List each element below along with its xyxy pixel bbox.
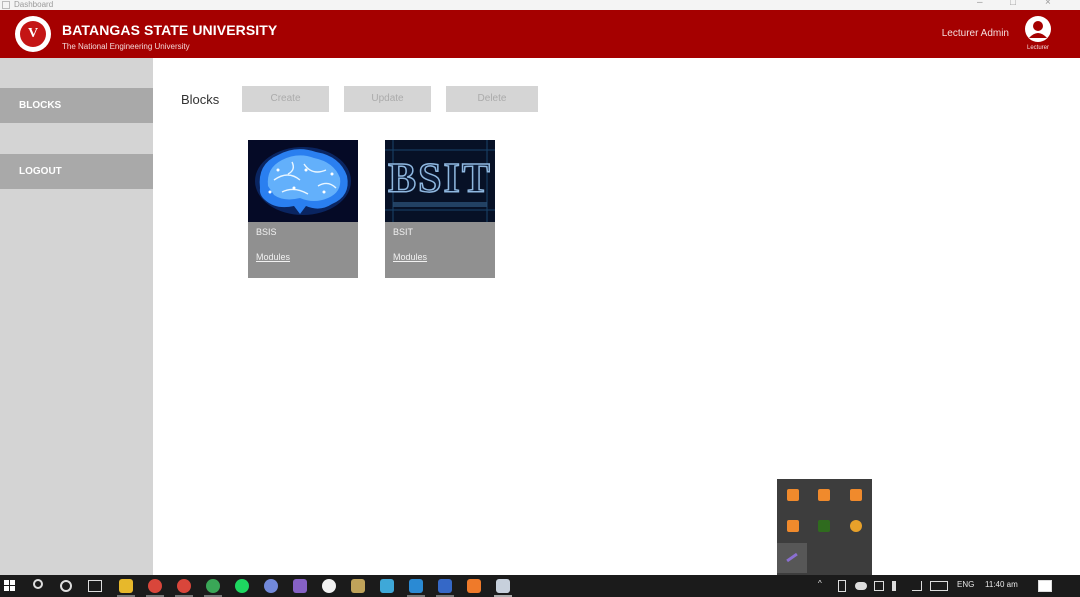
chrome-icon[interactable]: [148, 579, 162, 593]
tray-overflow-popup: [777, 479, 872, 575]
language-indicator[interactable]: ENG: [957, 580, 974, 589]
modules-link[interactable]: Modules: [256, 252, 290, 262]
pen-icon: [786, 552, 798, 563]
chrome-icon[interactable]: [177, 579, 191, 593]
spotify-icon[interactable]: [235, 579, 249, 593]
task-view-icon[interactable]: [88, 580, 102, 592]
block-card-bsit[interactable]: BSIT BSIT Modules: [385, 140, 495, 278]
search-icon[interactable]: [33, 579, 43, 589]
wifi-icon[interactable]: [912, 581, 922, 591]
keyboard-icon[interactable]: [930, 581, 948, 591]
minimize-icon[interactable]: –: [977, 0, 983, 8]
bsit-text-image: BSIT: [385, 140, 495, 222]
word-icon[interactable]: [438, 579, 452, 593]
app-header: V BATANGAS STATE UNIVERSITY The National…: [0, 10, 1080, 58]
create-button[interactable]: Create: [242, 86, 329, 112]
brain-circuit-image: [248, 140, 358, 222]
window-app-icon: [2, 1, 10, 9]
block-name: BSIT: [393, 227, 414, 237]
university-tagline: The National Engineering University: [62, 42, 190, 51]
cloud-icon[interactable]: [855, 582, 867, 590]
dashboard-app-icon[interactable]: [496, 579, 510, 593]
avatar-label: Lecturer: [1026, 45, 1049, 51]
window-titlebar: Dashboard – □ ×: [0, 0, 1080, 10]
orange-app-icon[interactable]: [787, 520, 799, 532]
block-card-bsis[interactable]: BSIS Modules: [248, 140, 358, 278]
pen-tray-slot[interactable]: [777, 543, 807, 573]
sidebar-item-blocks[interactable]: BLOCKS: [0, 88, 153, 123]
university-name: BATANGAS STATE UNIVERSITY: [62, 22, 278, 38]
orange-app-icon[interactable]: [850, 489, 862, 501]
cortana-icon[interactable]: [60, 580, 72, 592]
university-logo: V: [15, 16, 51, 52]
onenote-icon[interactable]: [293, 579, 307, 593]
chrome-icon[interactable]: [206, 579, 220, 593]
modules-link[interactable]: Modules: [393, 252, 427, 262]
delete-button[interactable]: Delete: [446, 86, 538, 112]
clock[interactable]: 11:40 am: [985, 580, 1018, 589]
bsit-image-text: BSIT: [388, 156, 492, 202]
action-center-icon[interactable]: [1038, 580, 1052, 592]
chevron-up-icon[interactable]: ^: [818, 579, 822, 588]
terminal-icon[interactable]: [351, 579, 365, 593]
nvidia-icon[interactable]: [818, 520, 830, 532]
vscode-icon[interactable]: [409, 579, 423, 593]
window-title: Dashboard: [14, 0, 54, 9]
block-name: BSIS: [256, 227, 277, 237]
sidebar-item-logout[interactable]: LOGOUT: [0, 154, 153, 189]
discord-icon[interactable]: [264, 579, 278, 593]
file-explorer-icon[interactable]: [119, 579, 133, 593]
user-name: Lecturer Admin: [941, 28, 1009, 39]
taskbar: ^ ENG 11:40 am: [0, 575, 1080, 597]
app-icon[interactable]: [322, 579, 336, 593]
maximize-icon[interactable]: □: [1010, 0, 1016, 8]
orange-app-icon[interactable]: [818, 489, 830, 501]
windows-start-icon[interactable]: [4, 580, 16, 592]
volume-icon[interactable]: [892, 581, 902, 591]
main-content: Blocks Create Update Delete BSIS Modules: [153, 58, 1080, 575]
sidebar: BLOCKS LOGOUT: [0, 58, 153, 575]
update-button[interactable]: Update: [344, 86, 431, 112]
orange-app-icon[interactable]: [787, 489, 799, 501]
notification-app-icon[interactable]: [850, 520, 862, 532]
shield-icon[interactable]: [380, 579, 394, 593]
network-icon[interactable]: [874, 581, 884, 591]
battery-icon[interactable]: [838, 580, 846, 592]
user-avatar-icon[interactable]: [1025, 16, 1051, 42]
page-title: Blocks: [181, 92, 220, 107]
close-icon[interactable]: ×: [1045, 0, 1051, 8]
orange-app-icon[interactable]: [467, 579, 481, 593]
app-window: Dashboard – □ × V BATANGAS STATE UNIVERS…: [0, 0, 1080, 597]
